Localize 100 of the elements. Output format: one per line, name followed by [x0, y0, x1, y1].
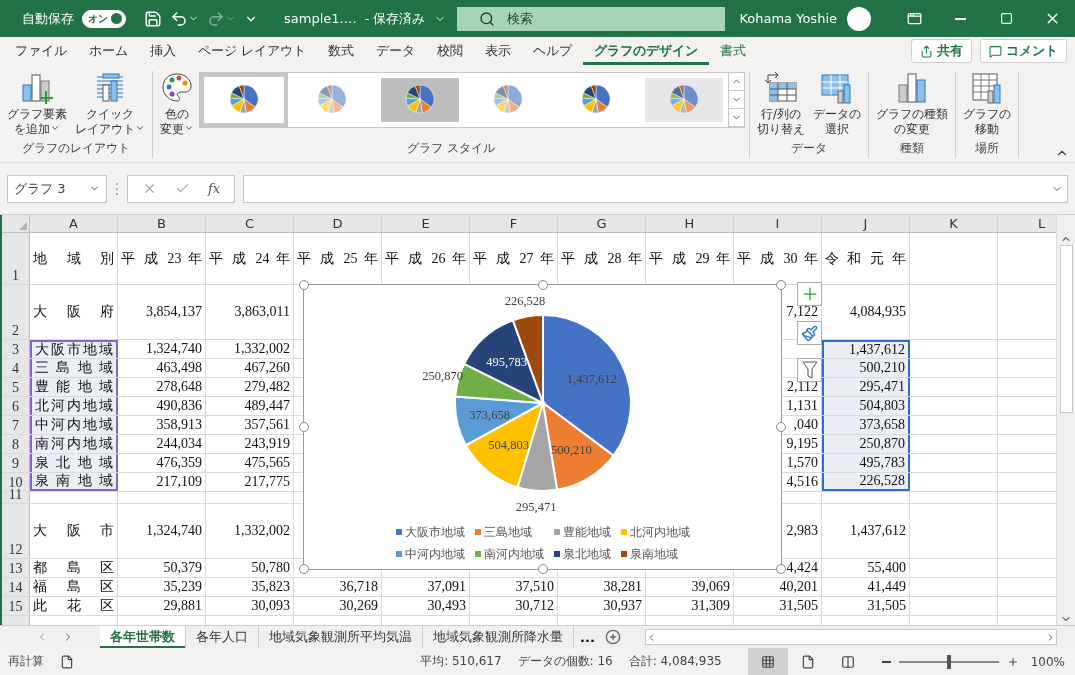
column-header[interactable]: A — [30, 215, 118, 233]
zoom-out-icon[interactable] — [881, 660, 891, 663]
group-label: 場所 — [974, 140, 1000, 157]
table-swap-icon — [764, 71, 798, 105]
row-header[interactable]: 15 — [2, 597, 30, 615]
autosave-label: 自動保存 — [22, 9, 74, 28]
table-cell: 500,210 — [822, 359, 910, 377]
ribbon-tab[interactable]: ページ レイアウト — [187, 37, 318, 65]
ribbon-tab[interactable]: 表示 — [474, 37, 523, 65]
row-header[interactable]: 3 — [2, 340, 30, 358]
ribbon-button[interactable]: 行/列の 切り替え — [754, 71, 808, 137]
cancel-icon[interactable] — [142, 181, 157, 196]
resize-handle[interactable] — [776, 422, 786, 432]
zoom-in-icon[interactable] — [1006, 655, 1019, 668]
column-header[interactable]: C — [206, 215, 294, 233]
ribbon-tab[interactable]: ホーム — [78, 37, 139, 65]
column-header[interactable]: I — [734, 215, 822, 233]
columns-icon — [840, 654, 855, 669]
paintbrush-icon — [801, 324, 818, 342]
ribbon-tab[interactable]: ヘルプ — [522, 37, 584, 65]
column-header[interactable]: E — [382, 215, 470, 233]
zoom-thumb[interactable] — [946, 654, 951, 669]
avatar[interactable] — [847, 6, 871, 31]
select-all-icon[interactable] — [19, 222, 27, 230]
ribbon-tab[interactable]: 数式 — [317, 37, 366, 65]
row-header[interactable]: 8 — [2, 435, 30, 453]
horizontal-scrollbar[interactable] — [644, 629, 1057, 645]
column-header[interactable]: K — [910, 215, 998, 233]
ribbon-button[interactable]: 色の 変更 — [157, 71, 197, 137]
save-status[interactable]: - 保存済み — [364, 9, 426, 28]
row-header[interactable]: 9 — [2, 454, 30, 472]
ribbon-button[interactable]: データの 選択 — [810, 71, 864, 137]
comment-icon — [989, 44, 1002, 58]
chart-style-gallery[interactable] — [199, 72, 745, 128]
ribbon-tab[interactable]: 挿入 — [139, 37, 187, 65]
ribbon-button[interactable]: グラフの 移動 — [960, 71, 1014, 137]
ribbon-tab[interactable]: グラフのデザイン — [583, 37, 710, 65]
style-button[interactable] — [797, 321, 822, 345]
row-header[interactable]: 5 — [2, 378, 30, 396]
save-icon[interactable] — [144, 9, 162, 28]
resize-handle[interactable] — [537, 564, 548, 574]
view-button[interactable] — [747, 648, 788, 675]
redo-icon[interactable] — [207, 9, 225, 28]
comment-button[interactable]: コメント — [980, 39, 1067, 63]
group-label: データ — [790, 140, 828, 157]
add-sheet-icon[interactable] — [604, 629, 621, 645]
row-header[interactable]: 7 — [2, 416, 30, 434]
sheet-tab[interactable]: 各年世帯数 — [100, 626, 186, 648]
row-header[interactable]: 1 — [2, 233, 30, 284]
data-label: 1,437,612 — [566, 371, 617, 386]
ribbon-button[interactable]: グラフの種類 の変更 — [873, 71, 951, 137]
data-label: 373,658 — [469, 407, 510, 422]
table-cell: 泉 南 地 域 — [30, 473, 118, 491]
name-box[interactable]: グラフ 3 — [7, 174, 107, 203]
resize-handle[interactable] — [299, 422, 309, 432]
more-sheets[interactable]: ... — [574, 626, 601, 648]
ribbon-button[interactable]: グラフ要素 を追加 — [4, 71, 70, 137]
resize-handle[interactable] — [537, 280, 548, 290]
undo-icon[interactable] — [170, 9, 188, 28]
ribbon-tab[interactable]: 書式 — [709, 37, 758, 65]
row-header[interactable]: 4 — [2, 359, 30, 377]
row-header[interactable]: 2 — [2, 285, 30, 339]
share-button[interactable]: 共有 — [911, 39, 972, 63]
chart-style-thumbnail[interactable] — [200, 73, 288, 127]
column-header[interactable]: G — [558, 215, 646, 233]
column-header[interactable]: J — [822, 215, 910, 233]
data-label: 226,528 — [504, 293, 546, 308]
column-header[interactable]: F — [470, 215, 558, 233]
ribbon-button[interactable]: クイック レイアウト — [72, 71, 148, 137]
column-header[interactable]: D — [294, 215, 382, 233]
column-header[interactable]: H — [646, 215, 734, 233]
search-field[interactable]: 検索 — [457, 6, 725, 31]
zoom-level[interactable]: 100% — [1030, 654, 1065, 669]
column-header[interactable]: B — [118, 215, 206, 233]
row-header[interactable]: 13 — [2, 559, 30, 577]
ribbon-tab[interactable]: データ — [365, 37, 427, 65]
filter-button[interactable] — [797, 358, 822, 382]
page-icon — [800, 654, 815, 669]
function-button[interactable]: fx — [208, 181, 221, 196]
row-header[interactable]: 12 — [2, 504, 30, 558]
data-label: 500,210 — [551, 442, 592, 457]
ribbon-tab[interactable]: 校閲 — [426, 37, 475, 65]
table-cell: 504,803 — [822, 397, 910, 415]
resize-handle[interactable] — [299, 280, 309, 290]
scrollbar-thumb[interactable] — [1059, 245, 1073, 413]
ribbon-tab[interactable]: ファイル — [4, 37, 78, 65]
formula-field[interactable] — [243, 174, 1068, 203]
row-header[interactable]: 6 — [2, 397, 30, 415]
resize-handle[interactable] — [299, 564, 309, 574]
resize-handle[interactable] — [776, 280, 786, 290]
resize-handle[interactable] — [776, 564, 786, 574]
column-header[interactable]: L — [998, 215, 1056, 233]
grid-icon — [760, 654, 775, 669]
autosave-toggle[interactable]: オン — [82, 9, 126, 28]
row-header[interactable]: 14 — [2, 578, 30, 596]
user-name[interactable]: Kohama Yoshie — [739, 11, 837, 26]
table-cell: 三 島 地 域 — [30, 359, 118, 377]
add-element-button[interactable] — [797, 282, 822, 306]
file-name[interactable]: sample1.… — [284, 11, 357, 26]
macro-icon[interactable] — [60, 654, 74, 669]
